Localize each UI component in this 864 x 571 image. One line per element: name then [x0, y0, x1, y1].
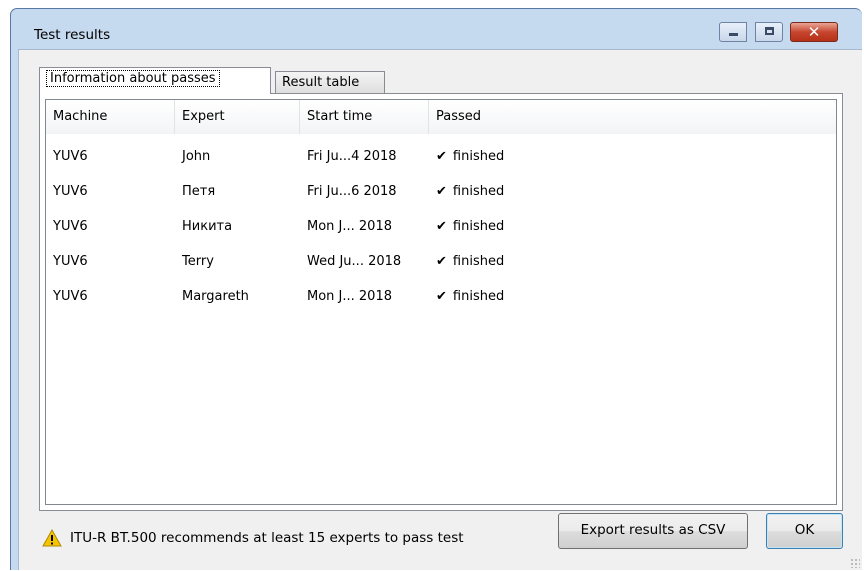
cell-machine: YUV6: [53, 219, 88, 234]
column-header-expert[interactable]: Expert: [175, 100, 300, 134]
checkmark-icon: ✔: [436, 289, 447, 304]
table-row[interactable]: YUV6 Terry Wed Ju... 2018 ✔ finished: [46, 244, 836, 279]
column-header-passed[interactable]: Passed: [429, 100, 825, 134]
cell-start-time: Fri Ju...4 2018: [307, 149, 397, 164]
warning-icon: [42, 528, 62, 547]
cell-passed: ✔ finished: [429, 209, 504, 244]
table-row[interactable]: YUV6 Петя Fri Ju...6 2018 ✔ finished: [46, 174, 836, 209]
cell-expert: Margareth: [182, 289, 249, 304]
export-csv-button[interactable]: Export results as CSV: [558, 513, 748, 549]
tab-result-table[interactable]: Result table: [275, 71, 385, 95]
cell-machine: YUV6: [53, 289, 88, 304]
ok-button[interactable]: OK: [766, 513, 843, 549]
tab-label: Result table: [282, 75, 360, 90]
cell-expert: Никита: [182, 219, 233, 234]
maximize-icon: [765, 27, 774, 35]
minimize-icon: [729, 33, 738, 36]
window-title: Test results: [34, 27, 111, 43]
cell-machine: YUV6: [53, 149, 88, 164]
maximize-button[interactable]: [755, 22, 783, 42]
close-icon: ✕: [807, 23, 821, 41]
passed-status: finished: [452, 289, 505, 304]
table-row[interactable]: YUV6 John Fri Ju...4 2018 ✔ finished: [46, 139, 836, 174]
tab-information-about-passes[interactable]: Information about passes: [39, 67, 271, 94]
checkmark-icon: ✔: [436, 219, 447, 234]
column-header-machine[interactable]: Machine: [46, 100, 175, 134]
tab-label: Information about passes: [46, 70, 220, 87]
close-button[interactable]: ✕: [790, 22, 838, 42]
cell-start-time: Mon J... 2018: [307, 219, 392, 234]
cell-machine: YUV6: [53, 254, 88, 269]
passed-status: finished: [452, 184, 505, 199]
cell-expert: Terry: [182, 254, 214, 269]
passed-status: finished: [452, 149, 505, 164]
resize-grip[interactable]: [850, 558, 860, 568]
minimize-button[interactable]: [719, 22, 747, 42]
title-bar[interactable]: Test results ✕: [11, 9, 862, 49]
list-header: Machine Expert Start time Passed: [46, 100, 836, 134]
tab-panel: Machine Expert Start time Passed YUV6 Jo…: [39, 93, 843, 511]
checkmark-icon: ✔: [436, 254, 447, 269]
warning-message: ITU-R BT.500 recommends at least 15 expe…: [70, 530, 464, 546]
cell-start-time: Wed Ju... 2018: [307, 254, 402, 269]
cell-passed: ✔ finished: [429, 279, 504, 314]
passed-status: finished: [452, 219, 505, 234]
cell-passed: ✔ finished: [429, 174, 504, 209]
table-row[interactable]: YUV6 Margareth Mon J... 2018 ✔ finished: [46, 279, 836, 314]
dialog-body: Information about passes Result table Ma…: [18, 49, 862, 570]
dialog-window: Test results ✕ Information about passes …: [10, 8, 862, 570]
table-row[interactable]: YUV6 Никита Mon J... 2018 ✔ finished: [46, 209, 836, 244]
passes-list[interactable]: Machine Expert Start time Passed YUV6 Jo…: [45, 99, 837, 505]
checkmark-icon: ✔: [436, 149, 447, 164]
passed-status: finished: [452, 254, 505, 269]
cell-passed: ✔ finished: [429, 244, 504, 279]
column-header-start-time[interactable]: Start time: [300, 100, 429, 134]
checkmark-icon: ✔: [436, 184, 447, 199]
cell-start-time: Fri Ju...6 2018: [307, 184, 397, 199]
cell-expert: John: [182, 149, 211, 164]
cell-passed: ✔ finished: [429, 139, 504, 174]
cell-expert: Петя: [182, 184, 216, 199]
cell-start-time: Mon J... 2018: [307, 289, 392, 304]
cell-machine: YUV6: [53, 184, 88, 199]
